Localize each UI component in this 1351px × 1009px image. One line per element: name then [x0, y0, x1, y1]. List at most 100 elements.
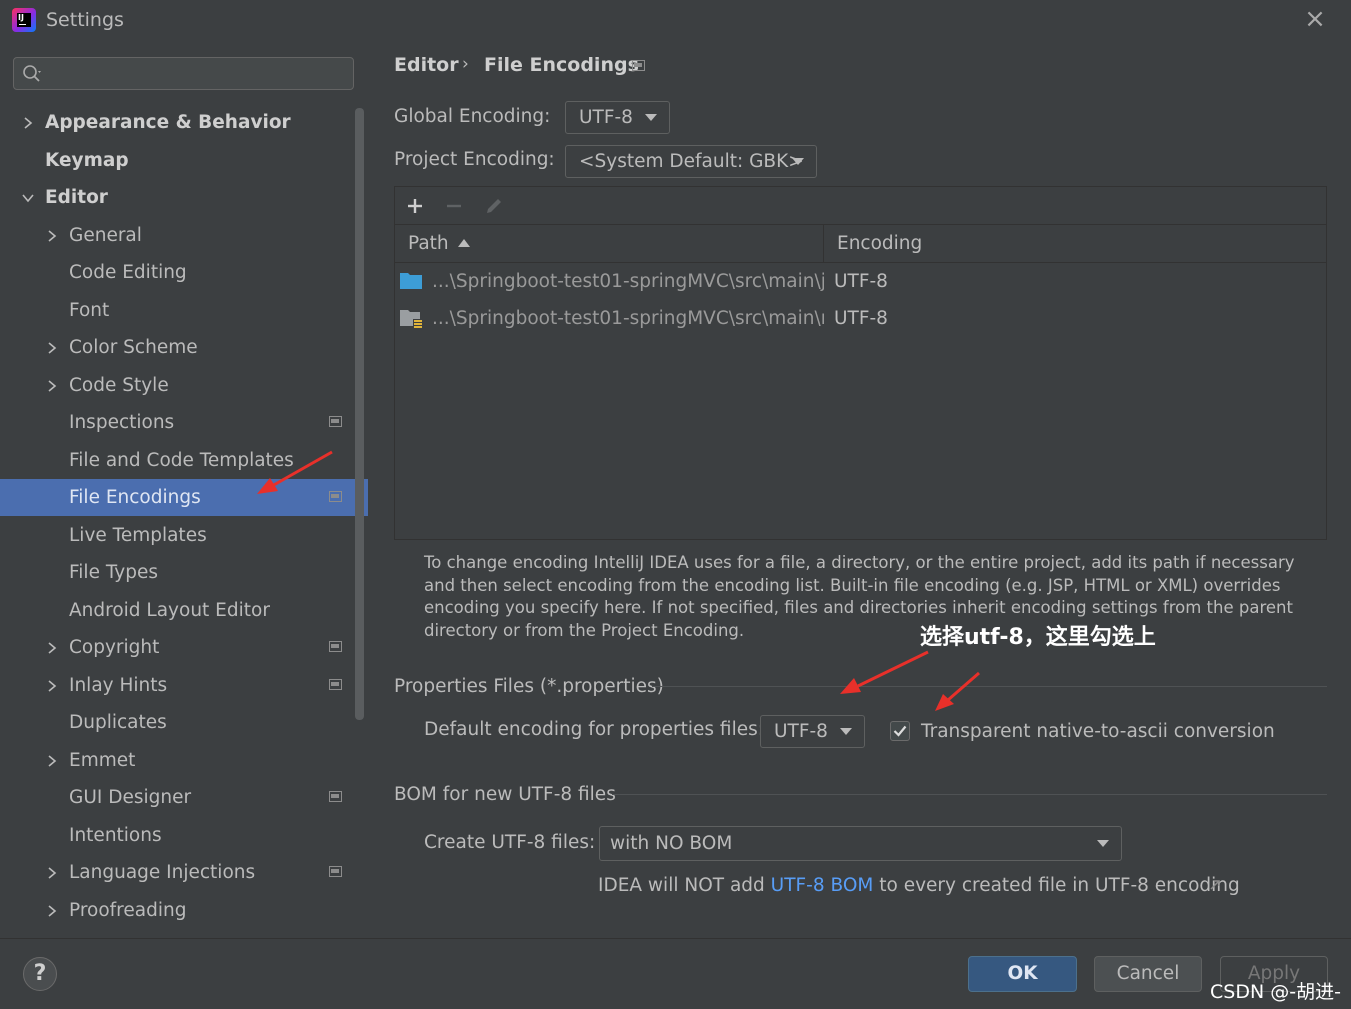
dropdown-arrow-icon: [645, 114, 657, 121]
page-title: File Encodings: [484, 54, 639, 76]
sidebar-item[interactable]: File Encodings: [0, 479, 368, 516]
sidebar-item[interactable]: Duplicates: [0, 704, 354, 741]
sidebar-item-label: Duplicates: [69, 712, 167, 733]
window-title: Settings: [46, 9, 124, 31]
chevron-right-icon[interactable]: [45, 341, 59, 355]
row-path: ...\Springboot-test01-springMVC\src\main…: [432, 308, 824, 329]
transparent-conversion-checkbox[interactable]: [890, 721, 910, 741]
bom-note-prefix: IDEA will NOT add: [598, 875, 771, 896]
table-row[interactable]: ...\Springboot-test01-springMVC\src\main…: [395, 300, 1326, 337]
ok-button[interactable]: OK: [968, 956, 1077, 992]
sidebar-item-label: Code Editing: [69, 262, 187, 283]
project-level-icon: [329, 866, 342, 877]
chevron-right-icon[interactable]: [45, 641, 59, 655]
chevron-right-icon[interactable]: [45, 229, 59, 243]
sidebar-item[interactable]: Appearance & Behavior: [0, 104, 354, 141]
transparent-conversion-label[interactable]: Transparent native-to-ascii conversion: [921, 721, 1275, 742]
column-divider[interactable]: [823, 225, 824, 262]
folder-icon: [400, 273, 422, 289]
dropdown-arrow-icon: [792, 158, 804, 165]
table-row[interactable]: ...\Springboot-test01-springMVC\src\main…: [395, 263, 1326, 300]
sidebar-item[interactable]: Proofreading: [0, 892, 354, 929]
sidebar-item[interactable]: Code Editing: [0, 254, 354, 291]
sidebar-item-label: General: [69, 225, 142, 246]
sidebar-item-label: File and Code Templates: [69, 450, 294, 471]
chevron-right-icon[interactable]: [45, 379, 59, 393]
search-input[interactable]: [13, 57, 354, 90]
create-utf8-select[interactable]: with NO BOM: [599, 826, 1122, 861]
sidebar-item-label: Color Scheme: [69, 337, 198, 358]
chevron-right-icon[interactable]: [45, 679, 59, 693]
sidebar-item[interactable]: Intentions: [0, 817, 354, 854]
sidebar-item[interactable]: GUI Designer: [0, 779, 354, 816]
edit-pencil-icon[interactable]: [483, 195, 505, 217]
sidebar-item[interactable]: General: [0, 217, 354, 254]
sidebar-item-label: Android Layout Editor: [69, 600, 270, 621]
section-divider: [652, 686, 1327, 687]
dropdown-arrow-icon: [840, 728, 852, 735]
breadcrumb-separator: ›: [462, 54, 469, 74]
close-icon[interactable]: ×: [1302, 6, 1328, 32]
resources-folder-icon: [400, 310, 423, 330]
sidebar-item-label: Inlay Hints: [69, 675, 168, 696]
sidebar-item[interactable]: Editor: [0, 179, 354, 216]
chevron-down-icon[interactable]: [21, 191, 35, 205]
sidebar-item-label: File Types: [69, 562, 158, 583]
sidebar-item[interactable]: Color Scheme: [0, 329, 354, 366]
properties-encoding-value: UTF-8: [774, 721, 828, 742]
table-toolbar: [395, 187, 1326, 225]
sidebar-scrollbar[interactable]: [355, 108, 364, 720]
sidebar-item[interactable]: Inlay Hints: [0, 667, 354, 704]
sidebar-item[interactable]: File Types: [0, 554, 354, 591]
sidebar-item-label: Language Injections: [69, 862, 256, 883]
sidebar-item[interactable]: Language Injections: [0, 854, 354, 891]
sidebar-item-label: Appearance & Behavior: [45, 112, 291, 133]
utf8-bom-link[interactable]: UTF-8 BOM: [771, 875, 874, 896]
properties-encoding-select[interactable]: UTF-8: [760, 715, 865, 748]
sidebar-item[interactable]: Font: [0, 292, 354, 329]
remove-icon[interactable]: [444, 196, 464, 216]
sort-ascending-icon: [458, 239, 470, 247]
chevron-right-icon[interactable]: [45, 904, 59, 918]
column-header-encoding[interactable]: Encoding: [837, 233, 922, 254]
breadcrumb-editor[interactable]: Editor: [394, 54, 459, 76]
sidebar-item[interactable]: File and Code Templates: [0, 442, 354, 479]
project-level-icon: [329, 416, 342, 427]
properties-encoding-label: Default encoding for properties files:: [424, 719, 764, 740]
project-encoding-label: Project Encoding:: [394, 149, 555, 170]
chevron-right-icon[interactable]: [45, 754, 59, 768]
sidebar-item-label: Keymap: [45, 150, 129, 171]
annotation-text: 选择utf-8，这里勾选上: [920, 625, 1156, 650]
sidebar-item[interactable]: Code Style: [0, 367, 354, 404]
sidebar-item[interactable]: Android Layout Editor: [0, 592, 354, 629]
encoding-help-text: To change encoding IntelliJ IDEA uses fo…: [424, 553, 1295, 640]
project-encoding-value: <System Default: GBK>: [579, 151, 804, 172]
sidebar-item-label: Live Templates: [69, 525, 207, 546]
project-level-icon: [329, 791, 342, 802]
help-button[interactable]: ?: [23, 957, 57, 991]
global-encoding-value: UTF-8: [579, 107, 633, 128]
chevron-right-icon[interactable]: [45, 866, 59, 880]
add-icon[interactable]: [405, 196, 425, 216]
create-utf8-value: with NO BOM: [610, 833, 733, 854]
external-link-icon: [1210, 880, 1220, 890]
global-encoding-label: Global Encoding:: [394, 106, 551, 127]
sidebar-item-label: File Encodings: [69, 487, 201, 508]
cancel-button[interactable]: Cancel: [1094, 956, 1202, 992]
row-encoding[interactable]: UTF-8: [834, 308, 888, 329]
project-encoding-select[interactable]: <System Default: GBK>: [565, 145, 817, 178]
sidebar-item[interactable]: Keymap: [0, 142, 354, 179]
sidebar-item-label: Proofreading: [69, 900, 187, 921]
sidebar-item[interactable]: Inspections: [0, 404, 354, 441]
sidebar-item[interactable]: Copyright: [0, 629, 354, 666]
sidebar-item-label: Intentions: [69, 825, 162, 846]
sidebar-item[interactable]: Live Templates: [0, 517, 354, 554]
sidebar-item-label: Inspections: [69, 412, 175, 433]
row-encoding[interactable]: UTF-8: [834, 271, 888, 292]
column-header-path[interactable]: Path: [408, 233, 449, 254]
sidebar-item[interactable]: Emmet: [0, 742, 354, 779]
project-level-icon: [329, 679, 342, 690]
chevron-right-icon[interactable]: [21, 116, 35, 130]
sidebar-item-label: Code Style: [69, 375, 169, 396]
global-encoding-select[interactable]: UTF-8: [565, 101, 670, 134]
